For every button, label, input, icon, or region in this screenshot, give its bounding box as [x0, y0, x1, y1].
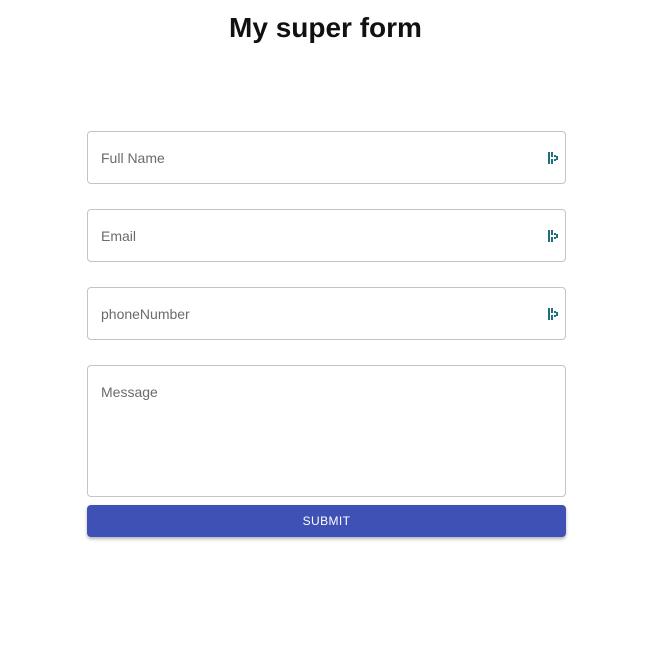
submit-button[interactable]: SUBMIT	[87, 505, 566, 537]
page-title: My super form	[229, 12, 422, 43]
phone-number-placeholder: phoneNumber	[101, 306, 190, 322]
contact-form: Full Name Email phoneNumber Message SUBM…	[87, 131, 566, 537]
phone-number-field[interactable]: phoneNumber	[87, 287, 566, 340]
email-field[interactable]: Email	[87, 209, 566, 262]
password-manager-icon[interactable]	[548, 307, 560, 321]
password-manager-icon[interactable]	[548, 151, 560, 165]
email-placeholder: Email	[101, 228, 137, 244]
message-textarea[interactable]: Message	[87, 365, 566, 497]
password-manager-icon[interactable]	[548, 229, 560, 243]
full-name-field[interactable]: Full Name	[87, 131, 566, 184]
full-name-placeholder: Full Name	[101, 150, 165, 166]
message-placeholder: Message	[101, 384, 158, 400]
